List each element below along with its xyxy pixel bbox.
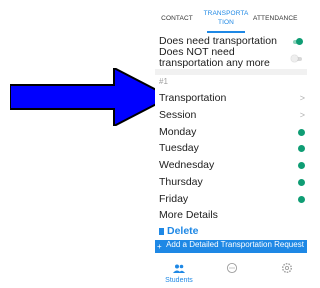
arrow-icon bbox=[10, 68, 170, 126]
tab-bar: CONTACT TRANSPORTA TION ATTENDANCE bbox=[155, 0, 307, 33]
add-request-label: Add a Detailed Transportation Request bbox=[166, 240, 304, 249]
more-details-row[interactable]: More Details bbox=[159, 209, 307, 222]
settings-icon[interactable] bbox=[281, 262, 293, 274]
thursday-row: Thursday bbox=[159, 176, 307, 189]
wednesday-row: Wednesday bbox=[159, 159, 307, 172]
plus-icon: + bbox=[157, 242, 162, 251]
transportation-row[interactable]: Transportation > bbox=[159, 92, 307, 105]
tab-attendance[interactable]: ATTENDANCE bbox=[253, 0, 307, 22]
more-details-label: More Details bbox=[159, 209, 218, 221]
wednesday-label: Wednesday bbox=[159, 159, 215, 171]
students-icon bbox=[173, 264, 185, 273]
session-label: Session bbox=[159, 109, 197, 121]
thursday-label: Thursday bbox=[159, 176, 203, 188]
tab-transportation-label: TRANSPORTA TION bbox=[203, 10, 249, 26]
chat-icon[interactable] bbox=[226, 262, 238, 274]
option-needs-transportation-label: Does need transportation bbox=[159, 35, 277, 47]
add-transportation-request-button[interactable]: + Add a Detailed Transportation Request bbox=[155, 240, 307, 253]
session-row[interactable]: Session > bbox=[159, 109, 307, 122]
no-transportation-toggle[interactable] bbox=[291, 55, 303, 62]
mobile-screen: CONTACT TRANSPORTA TION ATTENDANCE Does n… bbox=[155, 0, 307, 288]
bottom-nav: Students bbox=[155, 260, 307, 288]
tab-transportation[interactable]: TRANSPORTA TION bbox=[199, 0, 253, 33]
transportation-label: Transportation bbox=[159, 92, 227, 104]
friday-toggle[interactable] bbox=[298, 196, 305, 203]
monday-label: Monday bbox=[159, 126, 197, 138]
monday-row: Monday bbox=[159, 126, 307, 139]
thursday-toggle[interactable] bbox=[298, 179, 305, 186]
friday-row: Friday bbox=[159, 193, 307, 206]
tuesday-toggle[interactable] bbox=[298, 145, 305, 152]
monday-toggle[interactable] bbox=[298, 129, 305, 136]
delete-label: Delete bbox=[167, 225, 199, 237]
chevron-right-icon: > bbox=[299, 93, 305, 103]
section-divider bbox=[155, 69, 307, 75]
wednesday-toggle[interactable] bbox=[298, 162, 305, 169]
section-label: #1 bbox=[159, 77, 168, 86]
needs-transportation-toggle[interactable] bbox=[291, 38, 303, 45]
friday-label: Friday bbox=[159, 193, 189, 205]
tuesday-label: Tuesday bbox=[159, 142, 199, 154]
chevron-right-icon: > bbox=[299, 110, 305, 120]
tab-contact[interactable]: CONTACT bbox=[155, 0, 199, 22]
trash-icon bbox=[159, 228, 164, 235]
tuesday-row: Tuesday bbox=[159, 142, 307, 155]
option-no-transportation-label: Does NOT need transportation any more bbox=[159, 47, 270, 69]
students-label: Students bbox=[165, 277, 193, 284]
delete-button[interactable]: Delete bbox=[159, 225, 199, 237]
